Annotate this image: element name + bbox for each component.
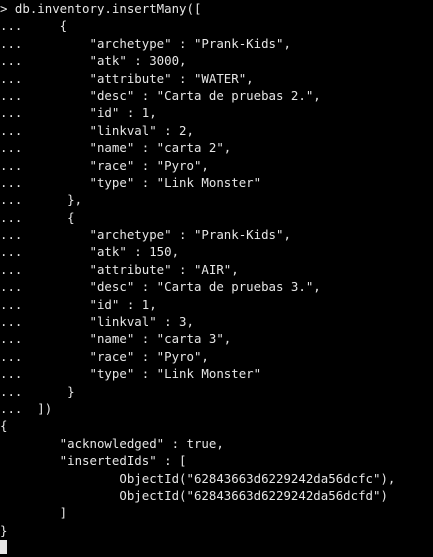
terminal-line: ... "race" : "Pyro", [0,157,209,173]
terminal-line: } [0,522,8,538]
terminal-line: ... { [0,18,68,34]
terminal-line: ObjectId("62843663d6229242da56dcfd") [0,487,388,503]
terminal-line: ObjectId("62843663d6229242da56dcfc"), [0,470,396,486]
terminal-line: ... "type" : "Link Monster" [0,174,262,190]
terminal-line: ... "type" : "Link Monster" [0,366,262,382]
terminal-line: ... "attribute" : "WATER", [0,70,254,86]
terminal-line: ... }, [0,192,83,208]
text-cursor [0,540,7,555]
terminal-line: ... "attribute" : "AIR", [0,261,239,277]
terminal-line: "insertedIds" : [ [0,453,187,469]
terminal-line: ... "archetype" : "Prank-Kids", [0,227,291,243]
terminal-line: { [0,418,8,434]
terminal-line: ... { [0,209,75,225]
terminal-line: ... "atk" : 150, [0,244,180,260]
terminal-line: ... "name" : "carta 3", [0,331,232,347]
terminal-line: ... "desc" : "Carta de pruebas 3.", [0,279,321,295]
terminal-line: ... "race" : "Pyro", [0,348,209,364]
prompt-line[interactable] [0,539,433,556]
terminal-line: ... "desc" : "Carta de pruebas 2.", [0,87,321,103]
terminal-line: ... "linkval" : 2, [0,122,194,138]
terminal-window[interactable]: > db.inventory.insertMany([... {... "arc… [0,0,433,556]
terminal-line: "acknowledged" : true, [0,435,224,451]
terminal-line: ... "linkval" : 3, [0,314,194,330]
terminal-line: ... ]) [0,400,53,416]
terminal-line: ... "archetype" : "Prank-Kids", [0,35,291,51]
terminal-line: > db.inventory.insertMany([ [0,1,202,16]
terminal-line: ... "name" : "carta 2", [0,140,232,156]
terminal-line: ... "id" : 1, [0,105,157,121]
terminal-line: ... "atk" : 3000, [0,53,187,69]
terminal-line: ] [0,505,68,521]
terminal-output: > db.inventory.insertMany([... {... "arc… [0,0,433,539]
terminal-line: ... "id" : 1, [0,296,157,312]
terminal-line: ... } [0,383,75,399]
